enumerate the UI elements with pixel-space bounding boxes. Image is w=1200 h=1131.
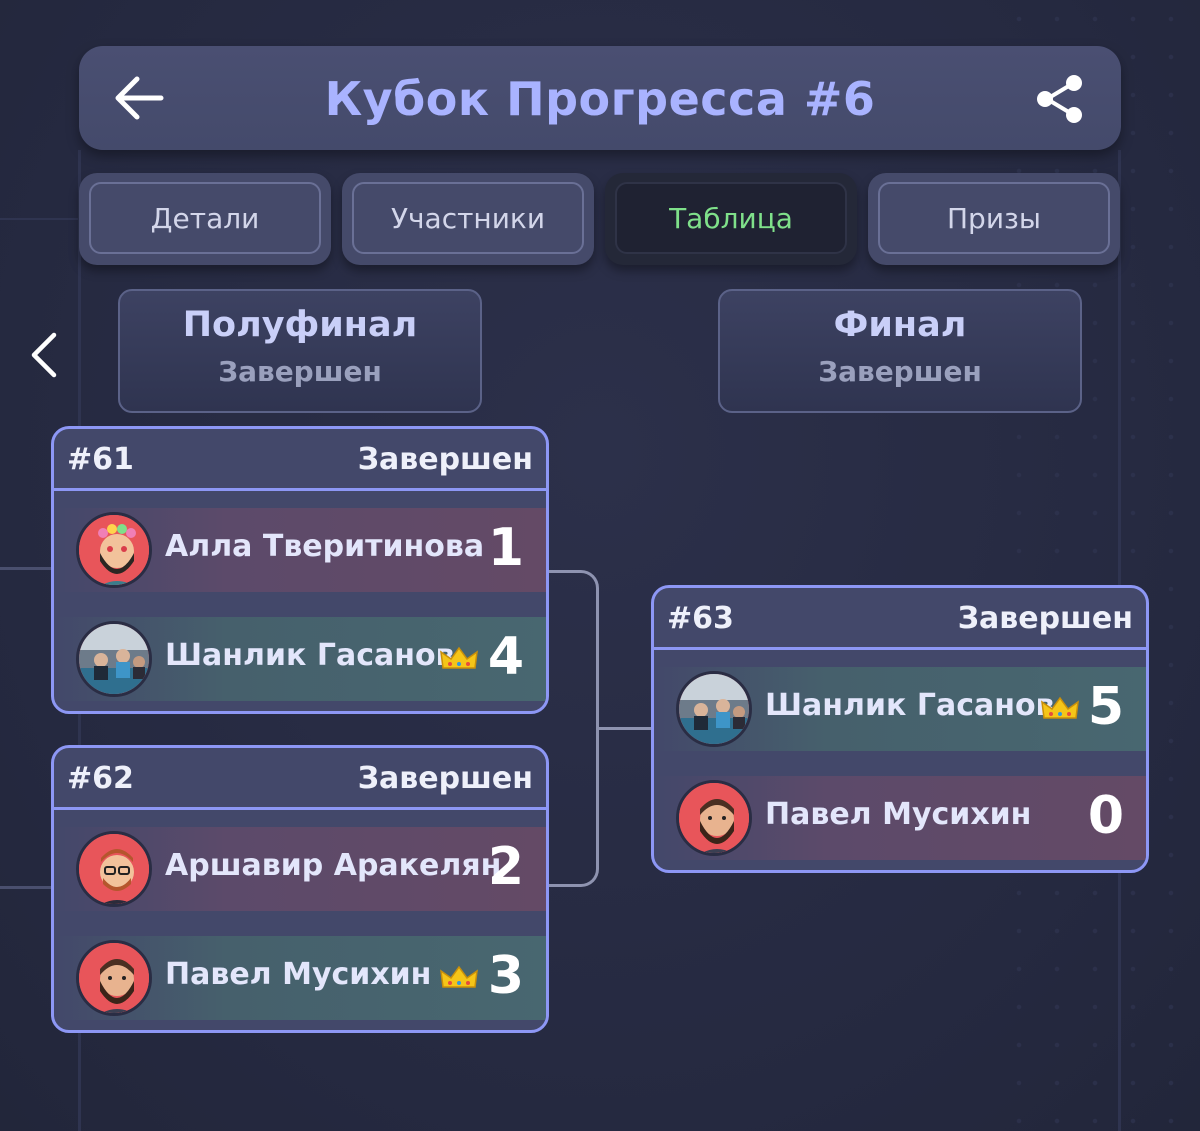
match-status: Завершен: [357, 761, 533, 796]
match-card-61[interactable]: #61 Завершен Алла Тверитинова 1 Шанлик Г…: [51, 426, 549, 714]
previous-round-button[interactable]: [26, 330, 60, 380]
match-number: #61: [67, 442, 134, 477]
match-header: #63 Завершен: [654, 588, 1146, 650]
player-score: 1: [487, 518, 524, 578]
player-row[interactable]: Шанлик Гасанов 4: [54, 617, 546, 701]
player-name: Павел Мусихин: [165, 957, 432, 992]
player-avatar[interactable]: [76, 940, 152, 1016]
player-row[interactable]: Павел Мусихин 0: [654, 776, 1146, 860]
player-row[interactable]: Шанлик Гасанов 5: [654, 667, 1146, 751]
match-status: Завершен: [357, 442, 533, 477]
player-score: 3: [487, 946, 524, 1006]
avatar-photo-icon: [79, 624, 149, 694]
tab-participants[interactable]: Участники: [342, 173, 594, 265]
background-pattern: [1000, 0, 1200, 1131]
tournament-bracket-screen: Кубок Прогресса #6 Детали Участники Табл…: [0, 0, 1200, 1131]
tab-label: Участники: [352, 182, 584, 254]
round-status: Завершен: [818, 355, 982, 388]
round-header-semifinal[interactable]: Полуфинал Завершен: [118, 289, 482, 413]
match-header: #61 Завершен: [54, 429, 546, 491]
crown-icon: [1041, 696, 1079, 719]
avatar-flower-bearded-man-icon: [79, 515, 149, 585]
app-header: Кубок Прогресса #6: [79, 46, 1121, 150]
player-name: Алла Тверитинова: [165, 529, 485, 564]
match-status: Завершен: [957, 601, 1133, 636]
player-avatar[interactable]: [676, 671, 752, 747]
round-header-final[interactable]: Финал Завершен: [718, 289, 1082, 413]
page-title: Кубок Прогресса #6: [324, 72, 876, 126]
tab-label: Призы: [878, 182, 1110, 254]
share-button[interactable]: [1035, 74, 1085, 124]
bracket-connector: [598, 727, 653, 730]
player-row[interactable]: Аршавир Аракелян 2: [54, 827, 546, 911]
avatar-glasses-man-icon: [79, 834, 149, 904]
player-score: 5: [1087, 677, 1124, 737]
player-avatar[interactable]: [76, 831, 152, 907]
tab-label: Таблица: [615, 182, 847, 254]
tab-prizes[interactable]: Призы: [868, 173, 1120, 265]
player-score: 0: [1087, 786, 1124, 846]
tab-details[interactable]: Детали: [79, 173, 331, 265]
tab-table[interactable]: Таблица: [605, 173, 857, 265]
player-name: Шанлик Гасанов: [765, 688, 1055, 723]
player-row[interactable]: Алла Тверитинова 1: [54, 508, 546, 592]
match-card-63[interactable]: #63 Завершен Шанлик Гасанов 5 Павел Муси…: [651, 585, 1149, 873]
player-avatar[interactable]: [676, 780, 752, 856]
player-avatar[interactable]: [76, 621, 152, 697]
avatar-bearded-man-icon: [679, 783, 749, 853]
match-card-62[interactable]: #62 Завершен Аршавир Аракелян 2 Павел Му…: [51, 745, 549, 1033]
player-name: Шанлик Гасанов: [165, 638, 455, 673]
round-name: Полуфинал: [182, 305, 418, 345]
bracket-connector-incoming: [0, 567, 52, 570]
chevron-left-icon: [31, 332, 57, 378]
player-row[interactable]: Павел Мусихин 3: [54, 936, 546, 1020]
avatar-bearded-man-icon: [79, 943, 149, 1013]
round-status: Завершен: [218, 355, 382, 388]
player-score: 2: [487, 837, 524, 897]
round-name: Финал: [833, 305, 967, 345]
avatar-photo-icon: [679, 674, 749, 744]
match-header: #62 Завершен: [54, 748, 546, 810]
match-number: #63: [667, 601, 734, 636]
player-score: 4: [487, 627, 524, 687]
share-icon: [1037, 75, 1082, 123]
player-name: Аршавир Аракелян: [165, 848, 502, 883]
bracket-connector-incoming: [0, 886, 52, 889]
match-number: #62: [67, 761, 134, 796]
crown-icon: [440, 646, 478, 669]
player-name: Павел Мусихин: [765, 797, 1032, 832]
background-grid-line: [0, 218, 80, 220]
tab-label: Детали: [89, 182, 321, 254]
crown-icon: [440, 965, 478, 988]
player-avatar[interactable]: [76, 512, 152, 588]
bracket-connector: [549, 570, 599, 887]
